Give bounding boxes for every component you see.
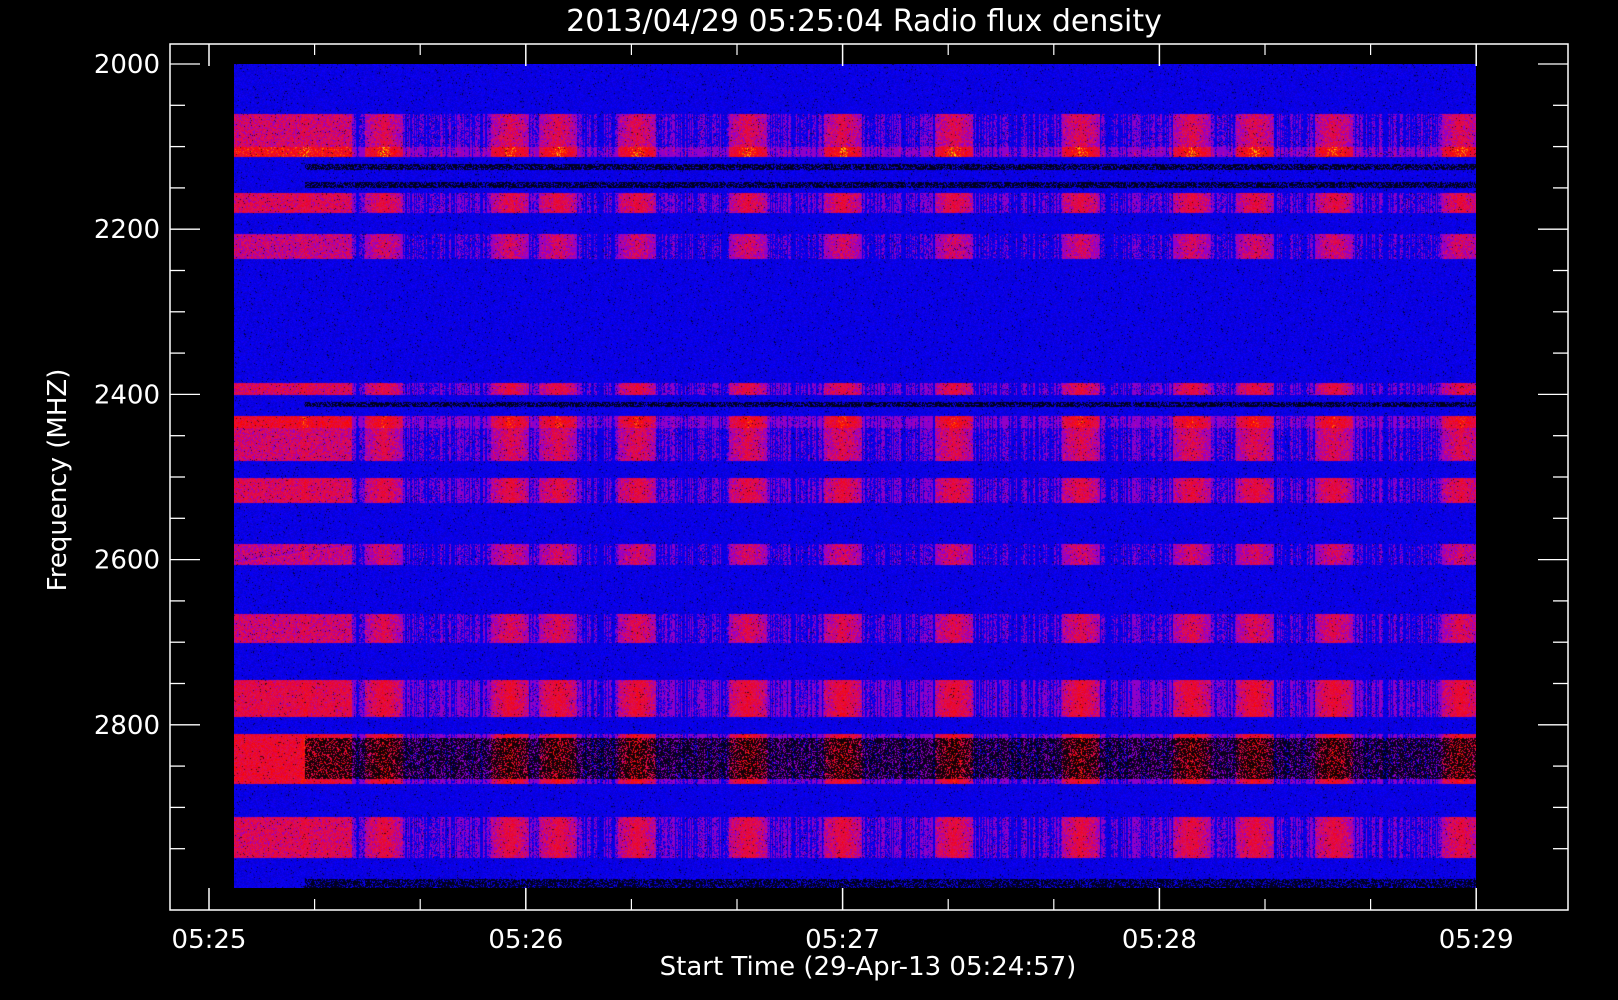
y-tick-label: 2400 (94, 380, 160, 410)
heatmap-canvas (234, 64, 1476, 888)
y-tick-label: 2000 (94, 50, 160, 80)
x-tick-label: 05:28 (1122, 925, 1197, 955)
x-tick-label: 05:27 (805, 925, 880, 955)
x-tick-label: 05:29 (1439, 925, 1514, 955)
y-tick-label: 2200 (94, 215, 160, 245)
heatmap-image (234, 64, 1476, 888)
x-tick-label: 05:26 (488, 925, 563, 955)
spectrogram-chart: 2013/04/29 05:25:04 Radio flux density 0… (0, 0, 1618, 1000)
x-axis-label: Start Time (29-Apr-13 05:24:57) (660, 952, 1077, 982)
x-tick-label: 05:25 (172, 925, 247, 955)
heatmap-area (234, 64, 1476, 888)
y-tick-label: 2600 (94, 546, 160, 576)
y-axis-label: Frequency (MHZ) (43, 369, 73, 592)
y-tick-label: 2800 (94, 711, 160, 741)
chart-title: 2013/04/29 05:25:04 Radio flux density (566, 4, 1162, 39)
